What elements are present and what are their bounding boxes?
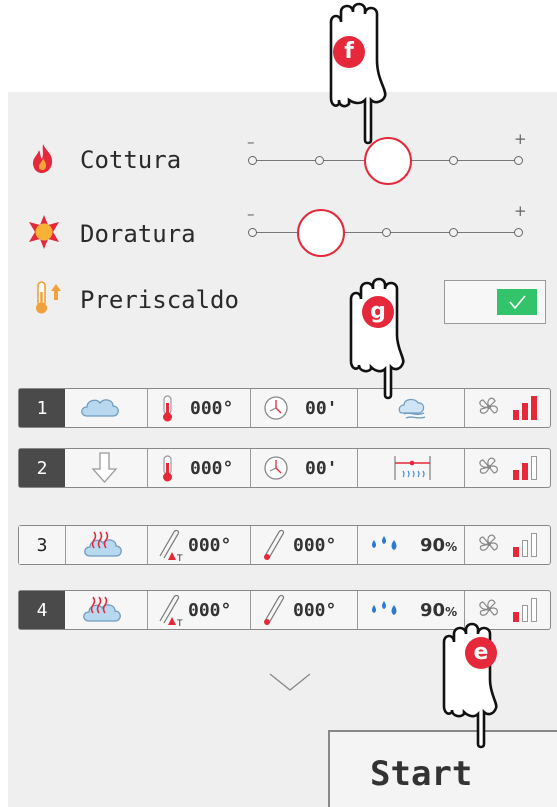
pointing-hand-icon xyxy=(442,622,498,749)
doratura-tick xyxy=(382,228,391,237)
clock-icon xyxy=(264,396,288,420)
flame-icon xyxy=(30,142,56,178)
doratura-label: Doratura xyxy=(80,220,196,248)
core-probe-icon xyxy=(264,594,285,625)
step-time-value: 00' xyxy=(305,398,338,419)
step-number: 2 xyxy=(19,449,65,487)
callout-g: g xyxy=(362,296,394,328)
thermometer-icon xyxy=(163,455,172,482)
pointer-hand-e xyxy=(438,612,518,766)
step-temp-cell[interactable]: 000° xyxy=(147,389,250,427)
step-number: 3 xyxy=(19,526,65,564)
program-step-2[interactable]: 2 000° 00' xyxy=(18,448,551,488)
cottura-tick xyxy=(449,156,458,165)
combi-steam-icon xyxy=(83,596,121,622)
step-temp-cell[interactable]: 000° xyxy=(147,449,250,487)
step-time-value: 00' xyxy=(305,458,338,479)
step-mode-cell[interactable] xyxy=(65,389,147,427)
preriscaldo-label: Preriscaldo xyxy=(80,286,239,314)
pointing-hand-icon xyxy=(349,277,405,400)
svg-text:T: T xyxy=(176,554,183,563)
fan-bar xyxy=(531,533,537,557)
clock-icon xyxy=(264,456,288,480)
cottura-tick xyxy=(315,156,324,165)
step-mode-cell[interactable] xyxy=(65,591,147,629)
preheat-thermometer-icon xyxy=(32,280,66,320)
cottura-label: Cottura xyxy=(80,146,182,174)
doratura-tick xyxy=(514,228,523,237)
step-mode-cell[interactable] xyxy=(65,526,147,564)
step-temp-value: 000° xyxy=(190,398,234,419)
step-fan-cell[interactable] xyxy=(464,449,550,487)
pointing-hand-icon xyxy=(329,2,387,145)
fan-bar xyxy=(513,470,519,480)
step-mode-cell[interactable] xyxy=(65,449,147,487)
fan-level-bars xyxy=(513,533,543,557)
step-fan-cell[interactable] xyxy=(464,526,550,564)
doratura-max-symbol: + xyxy=(514,202,527,220)
combi-steam-icon xyxy=(84,531,122,557)
fan-bar xyxy=(531,456,537,480)
water-drops-icon xyxy=(372,536,397,550)
pointer-hand-g xyxy=(345,265,425,419)
fan-bar xyxy=(522,540,528,557)
cottura-tick xyxy=(248,156,257,165)
callout-e: e xyxy=(465,637,497,669)
preriscaldo-toggle[interactable] xyxy=(444,280,546,324)
step-probe-cell[interactable]: T 000° xyxy=(147,591,250,629)
humidity-unit: % xyxy=(445,540,458,554)
step-core-value: 000° xyxy=(293,600,337,621)
doratura-tick xyxy=(449,228,458,237)
humidity-number: 90 xyxy=(420,535,446,556)
toggle-on-indicator xyxy=(497,289,537,315)
checkmark-icon xyxy=(509,295,526,310)
core-probe-icon xyxy=(264,529,285,560)
step-extra-cell[interactable] xyxy=(357,449,464,487)
step-time-cell[interactable]: 00' xyxy=(250,389,357,427)
doratura-slider-knob[interactable] xyxy=(297,209,345,257)
fan-bar xyxy=(513,547,519,557)
step-probe-value: 000° xyxy=(188,600,232,621)
steam-cloud-icon xyxy=(81,399,119,417)
fan-bar xyxy=(522,605,528,622)
step-core-cell[interactable]: 000° xyxy=(250,591,357,629)
chevron-down-icon[interactable] xyxy=(268,670,312,694)
cottura-min-symbol: – xyxy=(247,133,255,151)
sun-icon xyxy=(26,214,62,254)
water-drops-icon xyxy=(372,601,397,615)
fan-bar xyxy=(531,598,537,622)
step-probe-cell[interactable]: T 000° xyxy=(147,526,250,564)
doratura-min-symbol: – xyxy=(247,205,255,223)
fan-bar xyxy=(522,403,528,420)
doratura-tick xyxy=(248,228,257,237)
probe-delta-t-icon: T xyxy=(159,594,183,628)
fan-level-bars xyxy=(513,456,543,480)
pointer-hand-f xyxy=(325,0,405,154)
probe-delta-t-icon: T xyxy=(159,529,183,563)
fan-bar xyxy=(522,463,528,480)
fan-bar xyxy=(513,410,519,420)
step-number: 4 xyxy=(19,591,65,629)
down-arrow-icon xyxy=(91,452,118,483)
step-time-cell[interactable]: 00' xyxy=(250,449,357,487)
cottura-max-symbol: + xyxy=(514,130,527,148)
step-number: 1 xyxy=(19,389,65,427)
step-humidity-value: 90% xyxy=(420,535,457,556)
step-core-cell[interactable]: 000° xyxy=(250,526,357,564)
step-temp-value: 000° xyxy=(190,458,234,479)
program-step-1[interactable]: 1 000° 00' xyxy=(18,388,551,428)
step-core-value: 000° xyxy=(293,535,337,556)
svg-text:T: T xyxy=(176,619,183,628)
thermometer-icon xyxy=(163,395,172,422)
fan-level-bars xyxy=(513,396,543,420)
step-fan-cell[interactable] xyxy=(464,389,550,427)
callout-f: f xyxy=(333,36,365,68)
heating-element-icon xyxy=(394,456,431,480)
fan-bar xyxy=(531,396,537,420)
program-step-3[interactable]: 3 T 000° 000° 90% xyxy=(18,525,551,565)
cottura-tick xyxy=(514,156,523,165)
step-humidity-cell[interactable]: 90% xyxy=(357,526,464,564)
step-probe-value: 000° xyxy=(188,535,232,556)
